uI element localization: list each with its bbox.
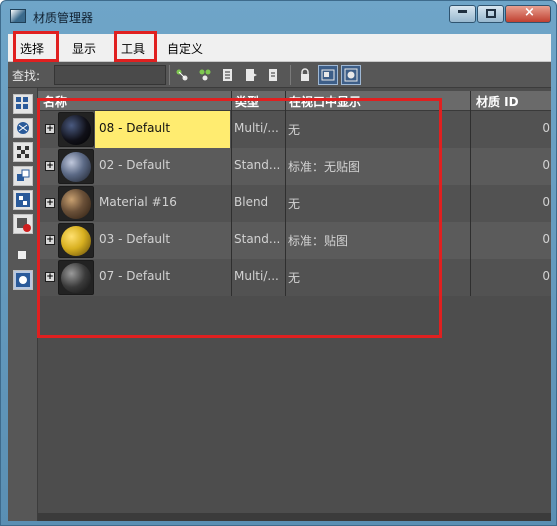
display-objects-icon[interactable] [13,166,33,186]
material-id: 0 [542,269,550,283]
material-manager-window: 材质管理器 × 选择 显示 工具 自定义 查找: 名称 类型 在视口中显示 材质… [0,0,557,526]
material-id: 0 [542,232,550,246]
display-maps-icon[interactable] [13,142,33,162]
display-selection-icon[interactable] [13,246,33,266]
app-icon [10,9,26,23]
material-id: 0 [542,121,550,135]
display-sidebar [8,88,38,521]
find-label: 查找: [12,69,41,83]
highlight-menu-tools [114,31,157,62]
display-hierarchy-icon[interactable] [13,190,33,210]
lock-icon[interactable] [295,65,315,85]
minimize-button[interactable] [449,5,476,23]
list-export-icon[interactable] [241,65,261,85]
highlight-menu-select [13,31,59,62]
select-all-icon[interactable] [195,65,215,85]
menu-bar: 选择 显示 工具 自定义 [8,34,551,62]
select-children-icon[interactable] [172,65,192,85]
list-icon[interactable] [218,65,238,85]
window-title: 材质管理器 [33,11,94,25]
material-id: 0 [542,195,550,209]
display-incompatible-icon[interactable] [13,214,33,234]
close-icon: × [524,5,535,20]
material-id: 0 [542,158,550,172]
menu-customize[interactable]: 自定义 [167,40,203,57]
column-divider[interactable] [470,91,471,111]
close-button[interactable]: × [505,5,551,23]
find-input[interactable] [54,65,166,85]
material-scene-icon[interactable] [318,65,338,85]
column-divider [470,111,471,296]
menu-display[interactable]: 显示 [72,40,96,57]
display-scene-icon[interactable] [13,94,33,114]
title-bar[interactable]: 材质管理器 × [1,1,557,33]
toolbar: 查找: [8,62,551,88]
list-import-icon[interactable] [264,65,284,85]
horizontal-scrollbar[interactable] [38,513,551,521]
toolbar-separator [290,65,291,85]
minimize-icon [458,10,467,13]
highlight-material-list [37,98,442,338]
header-material-id[interactable]: 材质 ID [476,93,519,110]
toolbar-separator [169,65,170,85]
display-materials-icon[interactable] [13,118,33,138]
maximize-button[interactable] [477,5,504,23]
material-view-icon[interactable] [341,65,361,85]
maximize-icon [486,9,496,18]
display-all-icon[interactable] [13,270,33,290]
